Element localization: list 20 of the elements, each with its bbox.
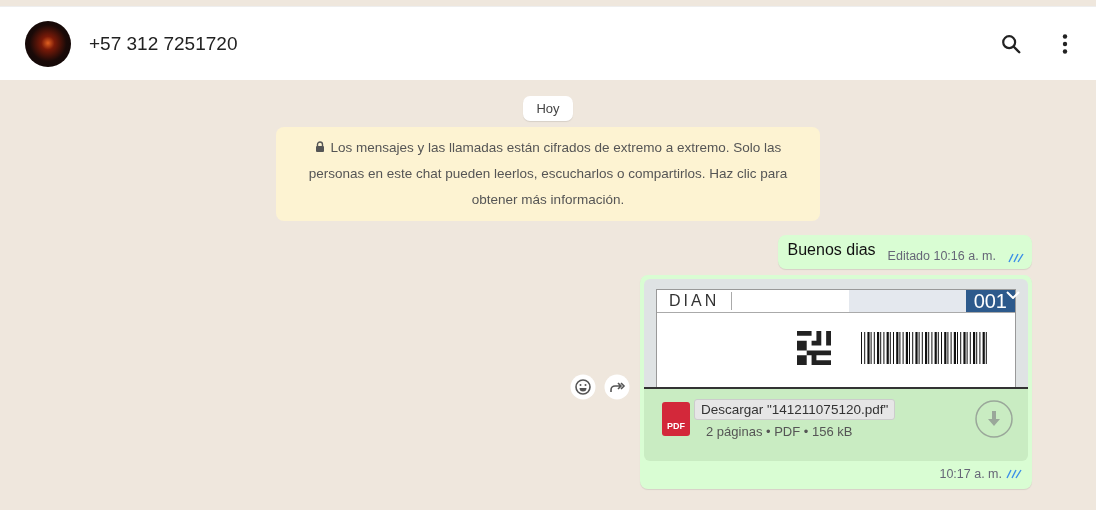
avatar[interactable]: [25, 20, 71, 67]
forward-icon[interactable]: [604, 374, 630, 400]
document-preview[interactable]: DIAN 001: [644, 279, 1028, 389]
encryption-notice[interactable]: Los mensajes y las llamadas están cifrados de extremo a extremo. Solo las personas en este chat pueden leerlos, escucharlos o compartirlos. Haz clic para obtener más información.: [276, 127, 820, 221]
message-text: Buenos dias: [787, 241, 876, 259]
file-card[interactable]: PDF Descargar "141211075120.pdf" 2 páginas • PDF • 156 kB: [644, 389, 1028, 461]
message-meta: 10:17 a. m.: [939, 467, 1002, 481]
download-tooltip: Descargar "141211075120.pdf": [694, 399, 896, 420]
chevron-down-icon[interactable]: [1006, 291, 1020, 299]
file-details: 2 páginas • PDF • 156 kB: [705, 424, 854, 439]
qr-code-icon: [797, 331, 831, 365]
date-chip: Hoy: [523, 96, 573, 121]
search-icon[interactable]: [1000, 32, 1022, 55]
contact-name[interactable]: +57 312 7251720: [89, 32, 238, 55]
message-meta: Editado 10:16 a. m.: [887, 249, 996, 263]
preview-number: 001: [965, 290, 1015, 312]
smiley-icon[interactable]: [570, 374, 596, 400]
pdf-file-icon: PDF: [662, 402, 690, 436]
lock-icon: [314, 141, 325, 152]
menu-icon[interactable]: [1062, 32, 1068, 55]
